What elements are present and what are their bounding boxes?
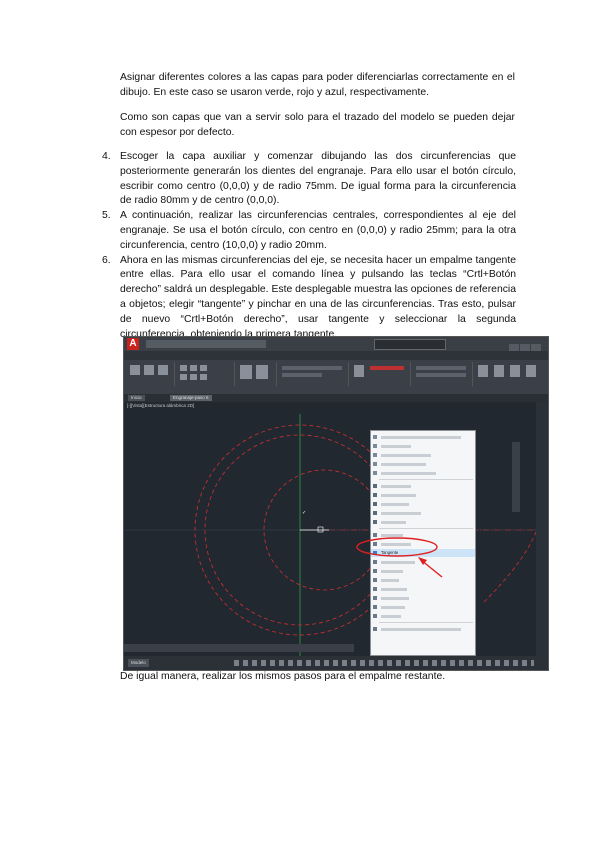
- ribbon-group-annotation: [236, 362, 277, 386]
- status-bar: Modelo: [124, 656, 548, 670]
- menu-item[interactable]: [371, 612, 475, 620]
- menu-item[interactable]: [371, 594, 475, 602]
- title-bar: A: [124, 337, 548, 352]
- tab-drawing[interactable]: Engranaje-paso 6: [170, 395, 212, 401]
- document-tabs: Inicio Engranaje-paso 6: [124, 394, 548, 402]
- menu-item[interactable]: [371, 451, 475, 459]
- menu-item[interactable]: [371, 509, 475, 517]
- menu-item-tangent[interactable]: Tangente: [371, 549, 475, 557]
- step-text: Escoger la capa auxiliar y comenzar dibu…: [120, 151, 516, 207]
- arc-right: [483, 531, 536, 603]
- menu-item[interactable]: [371, 576, 475, 584]
- step-item: 5. A continuación, realizar las circunfer…: [102, 209, 516, 253]
- ribbon-group-layers: [278, 362, 349, 386]
- tangent-icon: [373, 551, 377, 555]
- step-item: 4. Escoger la capa auxiliar y comenzar di…: [102, 150, 516, 209]
- menu-item[interactable]: [371, 603, 475, 611]
- command-line[interactable]: [124, 644, 354, 652]
- ribbon-tabs: [124, 351, 548, 360]
- status-toggles[interactable]: [234, 660, 534, 666]
- app-logo: A: [127, 338, 139, 350]
- menu-item[interactable]: [371, 482, 475, 490]
- step-number: 4.: [102, 151, 111, 162]
- ribbon-panel: [124, 360, 548, 394]
- model-tab[interactable]: Modelo: [128, 659, 149, 667]
- search-box: [374, 339, 446, 350]
- tab-start[interactable]: Inicio: [128, 395, 145, 401]
- ribbon-group-modify: [176, 362, 235, 386]
- menu-item[interactable]: [371, 625, 475, 633]
- paragraph-layer-thickness: Como son capas que van a servir solo par…: [120, 112, 515, 138]
- menu-item[interactable]: [371, 518, 475, 526]
- osnap-context-menu: Tangente: [370, 430, 476, 656]
- window-controls: [508, 339, 544, 352]
- paragraph-after-image: De igual manera, realizar los mismos pas…: [120, 671, 446, 682]
- menu-item[interactable]: [371, 540, 475, 548]
- paragraph-layer-colors: Asignar diferentes colores a las capas p…: [120, 72, 515, 98]
- menu-item[interactable]: [371, 460, 475, 468]
- quick-access-toolbar: [146, 340, 266, 348]
- step-number: 5.: [102, 210, 111, 222]
- menu-item[interactable]: [371, 567, 475, 575]
- cursor-box: [317, 526, 324, 533]
- menu-item[interactable]: [371, 500, 475, 508]
- ribbon-group-properties: [412, 362, 473, 386]
- steps-list: 4. Escoger la capa auxiliar y comenzar di…: [102, 150, 516, 342]
- menu-item[interactable]: [371, 469, 475, 477]
- step-text: Ahora en las mismas circunferencias del …: [120, 254, 516, 340]
- ribbon-group-draw: [126, 362, 175, 386]
- menu-item[interactable]: [371, 433, 475, 441]
- ribbon-group-utilities: [474, 362, 544, 386]
- navigation-bar[interactable]: [512, 442, 520, 512]
- svg-text:✓: ✓: [302, 510, 306, 516]
- vertical-scrollbar[interactable]: [536, 402, 548, 656]
- menu-item[interactable]: [371, 531, 475, 539]
- cad-screenshot: A Inicio Engranaje-paso 6 [-][Vista][Est…: [123, 336, 549, 671]
- ribbon-group-block: [350, 362, 411, 386]
- step-text: A continuación, realizar las circunferen…: [120, 210, 516, 251]
- menu-item[interactable]: [371, 585, 475, 593]
- menu-item[interactable]: [371, 558, 475, 566]
- step-item: 6. Ahora en las mismas circunferencias de…: [102, 254, 516, 343]
- menu-item[interactable]: [371, 442, 475, 450]
- menu-item-label: Tangente: [381, 550, 399, 555]
- menu-item[interactable]: [371, 491, 475, 499]
- step-number: 6.: [102, 254, 111, 266]
